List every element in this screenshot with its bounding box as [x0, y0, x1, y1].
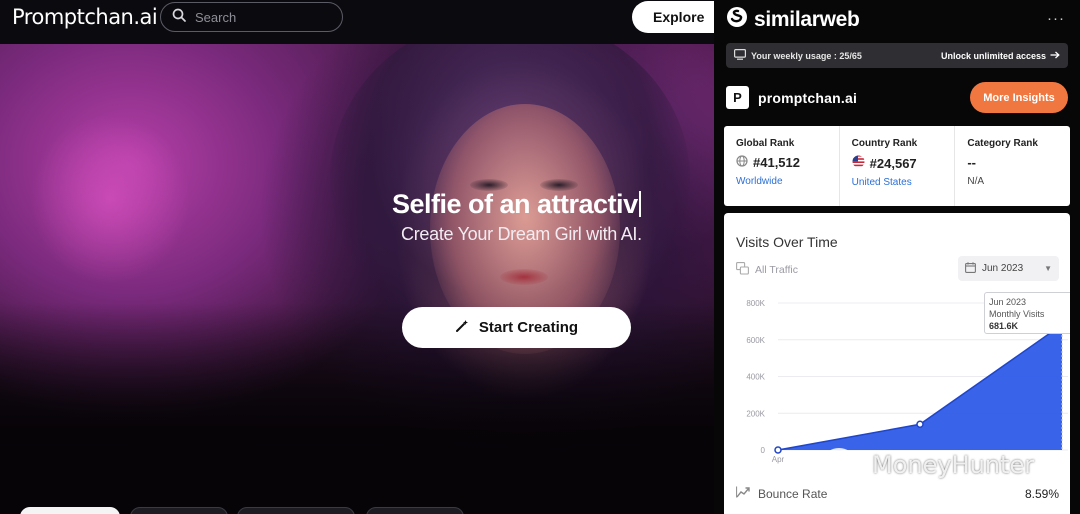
- promptchan-logo[interactable]: Promptchan.ai: [12, 5, 158, 29]
- rank-title: Category Rank: [967, 138, 1038, 149]
- date-label: Jun 2023: [982, 263, 1024, 274]
- wechat-icon: [822, 447, 866, 483]
- rank-value-row: #41,512: [736, 155, 839, 170]
- search-box[interactable]: [160, 2, 343, 32]
- hero-headline: Selfie of an attractiv: [392, 189, 641, 220]
- visits-title: Visits Over Time: [736, 234, 838, 250]
- watermark: MoneyHunter: [822, 447, 1034, 483]
- rank-summary: Global Rank #41,512 Worldwide Country Ra…: [724, 126, 1070, 206]
- data-point: [916, 420, 924, 429]
- search-input[interactable]: [195, 9, 325, 25]
- rank-title: Country Rank: [851, 138, 918, 149]
- usage-text: Your weekly usage : 25/65: [751, 50, 862, 61]
- filter-chip-1[interactable]: [20, 507, 120, 514]
- traffic-filter[interactable]: All Traffic: [736, 262, 798, 278]
- more-options-icon[interactable]: ···: [1047, 10, 1065, 27]
- start-creating-button[interactable]: Start Creating: [402, 307, 631, 348]
- bounce-rate-row: Bounce Rate 8.59%: [736, 486, 1059, 501]
- category-rank: Category Rank -- N/A: [955, 126, 1070, 206]
- site-domain: promptchan.ai: [758, 89, 858, 106]
- similarweb-brand: similarweb: [754, 8, 860, 31]
- hero-banner: Selfie of an attractiv Create Your Dream…: [0, 44, 714, 514]
- data-point: [774, 446, 782, 454]
- rank-value: --: [967, 155, 977, 170]
- arrow-right-icon: [1050, 51, 1060, 61]
- bounce-value: 8.59%: [1024, 486, 1059, 501]
- y-tick-label: 200K: [746, 409, 765, 418]
- y-tick-label: 600K: [746, 336, 765, 345]
- typing-cursor: [638, 191, 641, 217]
- tooltip-month: Jun 2023: [989, 297, 1027, 307]
- watermark-text: MoneyHunter: [872, 451, 1035, 479]
- similarweb-logo-icon: [726, 6, 748, 34]
- rank-sub[interactable]: United States: [852, 177, 955, 188]
- global-rank: Global Rank #41,512 Worldwide: [724, 126, 840, 206]
- traffic-icon: [736, 262, 749, 278]
- unlock-link[interactable]: Unlock unlimited access: [941, 51, 1060, 61]
- bounce-label: Bounce Rate: [758, 486, 828, 501]
- y-tick-label: 400K: [746, 373, 765, 382]
- filter-chip-2[interactable]: [130, 507, 228, 514]
- y-tick-label: 0: [761, 446, 766, 455]
- unlock-label: Unlock unlimited access: [940, 50, 1046, 61]
- usage-banner: Your weekly usage : 25/65 Unlock unlimit…: [726, 43, 1068, 68]
- chart-tooltip: Jun 2023 Monthly Visits 681.6K: [984, 292, 1070, 334]
- filter-chip-3[interactable]: [237, 507, 355, 514]
- rank-title: Global Rank: [736, 138, 795, 149]
- rank-value-row: --: [967, 155, 1070, 170]
- y-tick-label: 800K: [746, 299, 765, 308]
- magic-wand-icon: [455, 319, 469, 337]
- tooltip-value: 681.6K: [989, 321, 1019, 331]
- site-favicon: P: [726, 86, 749, 109]
- rank-value: #41,512: [753, 155, 800, 170]
- promptchan-topbar: Promptchan.ai: [0, 0, 714, 44]
- similarweb-logo: similarweb: [726, 6, 860, 34]
- site-header: P promptchan.ai: [726, 86, 857, 109]
- tooltip-label: Monthly Visits: [989, 309, 1045, 319]
- more-insights-button[interactable]: More Insights: [970, 82, 1068, 113]
- rank-sub: N/A: [967, 176, 985, 187]
- hero-subheadline: Create Your Dream Girl with AI.: [401, 224, 642, 244]
- search-icon: [172, 8, 186, 27]
- country-rank: Country Rank #24,567 United States: [840, 126, 956, 206]
- rank-sub[interactable]: Worldwide: [736, 176, 839, 187]
- trend-icon: [736, 486, 750, 501]
- us-flag-icon: [852, 155, 865, 171]
- start-creating-label: Start Creating: [478, 319, 579, 336]
- usage-icon: [734, 47, 747, 65]
- filter-chip-4[interactable]: [366, 507, 464, 514]
- chevron-down-icon: ▼: [1044, 264, 1052, 273]
- date-select[interactable]: Jun 2023 ▼: [958, 256, 1059, 281]
- hero-headline-text: Selfie of an attractiv: [392, 189, 638, 219]
- rank-value-row: #24,567: [852, 155, 955, 171]
- globe-icon: [736, 155, 748, 170]
- rank-value: #24,567: [869, 155, 917, 171]
- similarweb-panel: similarweb ··· Your weekly usage : 25/65…: [714, 0, 1080, 514]
- calendar-icon: [965, 261, 976, 276]
- area-series: [778, 324, 1062, 450]
- hero-shade: [0, 44, 714, 514]
- screen: Promptchan.ai Explore Selfie of an attra…: [0, 0, 1080, 514]
- traffic-label: All Traffic: [755, 264, 798, 276]
- x-tick-label: Apr: [772, 455, 785, 464]
